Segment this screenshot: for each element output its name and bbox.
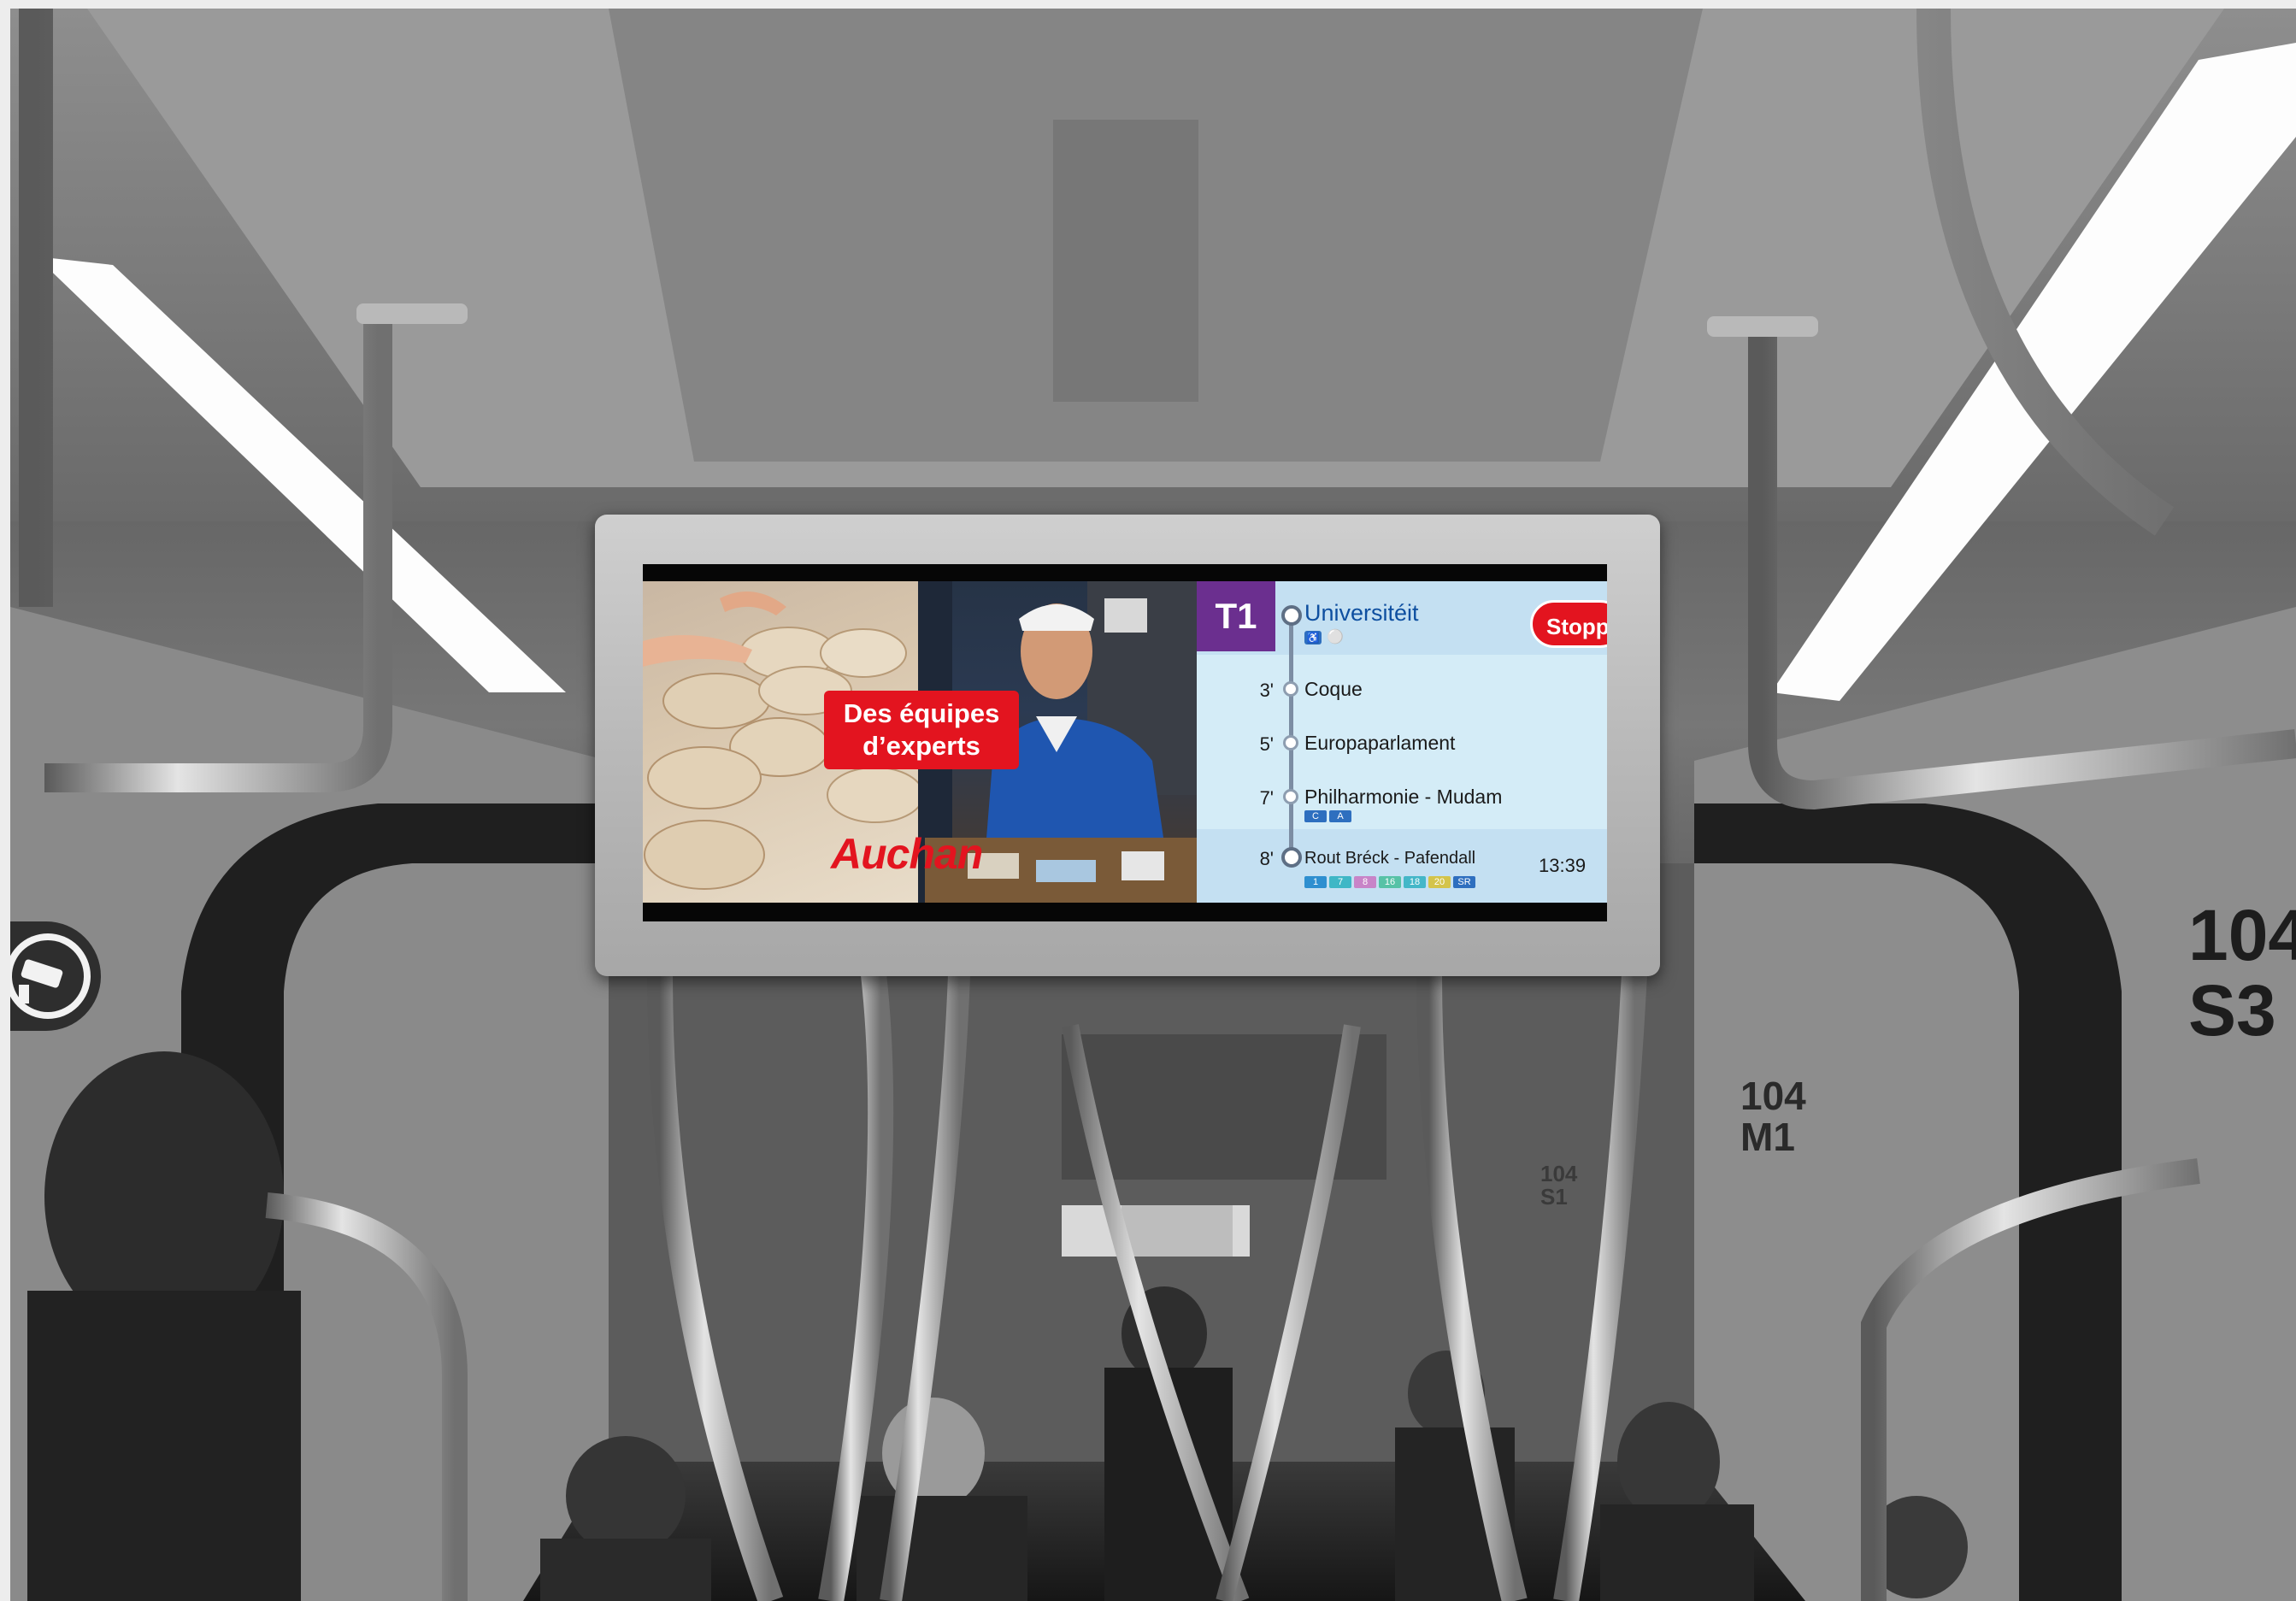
car-sign-middle: 104 M1 <box>1740 1075 1806 1158</box>
stop-minutes: 7' <box>1259 787 1274 809</box>
cctv-camera-icon <box>10 933 91 1019</box>
tagline-line: d’experts <box>862 731 980 761</box>
connection-badge: 18 <box>1404 876 1426 888</box>
connection-badge: A <box>1329 810 1351 822</box>
tagline-line: Des équipes <box>843 698 1000 728</box>
facility-icons: ♿ ⚪ <box>1304 631 1344 646</box>
car-sign-code: S3 <box>2188 970 2276 1051</box>
passenger <box>566 1436 686 1556</box>
wheelchair-icon: ♿ <box>1304 631 1322 645</box>
connection-badge: 8 <box>1354 876 1376 888</box>
tram-interior-photo: 104 S3 104 M1 104 S1 Des équipes d’exper… <box>10 9 2296 1601</box>
ceiling-monitor: Des équipes d’experts Auchan T1 Universi… <box>595 515 1660 976</box>
car-sign-number: 104 <box>2188 895 2296 975</box>
car-sign-number: 104 <box>1740 1074 1806 1118</box>
connection-badge: 16 <box>1379 876 1401 888</box>
stop-minutes: 8' <box>1259 848 1274 869</box>
car-sign-code: M1 <box>1740 1115 1795 1160</box>
stop-minutes: 3' <box>1259 680 1274 701</box>
connection-badges: C A <box>1304 810 1351 822</box>
stop-marker <box>1283 735 1298 750</box>
stop-name: Europaparlament <box>1304 732 1456 754</box>
connection-badges: 1 7 8 16 18 20 SR <box>1304 876 1475 888</box>
bicycle-icon: ⚪ <box>1327 630 1344 645</box>
current-stop-name: Universitéit <box>1304 600 1419 626</box>
photo-frame: 104 S3 104 M1 104 S1 Des équipes d’exper… <box>0 0 2296 1601</box>
cctv-sign <box>10 921 101 1031</box>
connection-badge: 7 <box>1329 876 1351 888</box>
stop-minutes: 5' <box>1259 733 1274 755</box>
terminus-marker <box>1281 847 1302 868</box>
advert-panel: Des équipes d’experts Auchan <box>643 581 1197 903</box>
car-sign-right: 104 S3 <box>2188 895 2296 1051</box>
stop-marker <box>1283 681 1298 697</box>
current-stop-marker <box>1281 605 1302 626</box>
stop-marker <box>1283 789 1298 804</box>
stop-name: Philharmonie - Mudam <box>1304 786 1503 808</box>
passenger-info-panel: T1 Universitéit ♿ ⚪ Stopp 3' Coque 5' Eu… <box>1197 581 1607 903</box>
car-sign-number: 104 <box>1540 1161 1578 1186</box>
connection-badge: 1 <box>1304 876 1327 888</box>
clock: 13:39 <box>1539 855 1587 876</box>
advert-tagline: Des équipes d’experts <box>824 691 1019 769</box>
stop-name: Rout Bréck - Pafendall <box>1304 849 1476 868</box>
connection-badge: 20 <box>1428 876 1451 888</box>
car-sign-far: 104 S1 <box>1540 1162 1577 1210</box>
stop-name: Coque <box>1304 678 1363 700</box>
monitor-screen: Des équipes d’experts Auchan T1 Universi… <box>643 564 1607 921</box>
connection-badge: SR <box>1453 876 1475 888</box>
connection-badge: C <box>1304 810 1327 822</box>
auchan-logo: Auchan <box>831 830 983 878</box>
stop-request-indicator: Stopp <box>1530 600 1607 648</box>
car-sign-code: S1 <box>1540 1184 1568 1210</box>
screen-content: Des équipes d’experts Auchan T1 Universi… <box>643 581 1607 903</box>
line-badge: T1 <box>1197 581 1275 651</box>
